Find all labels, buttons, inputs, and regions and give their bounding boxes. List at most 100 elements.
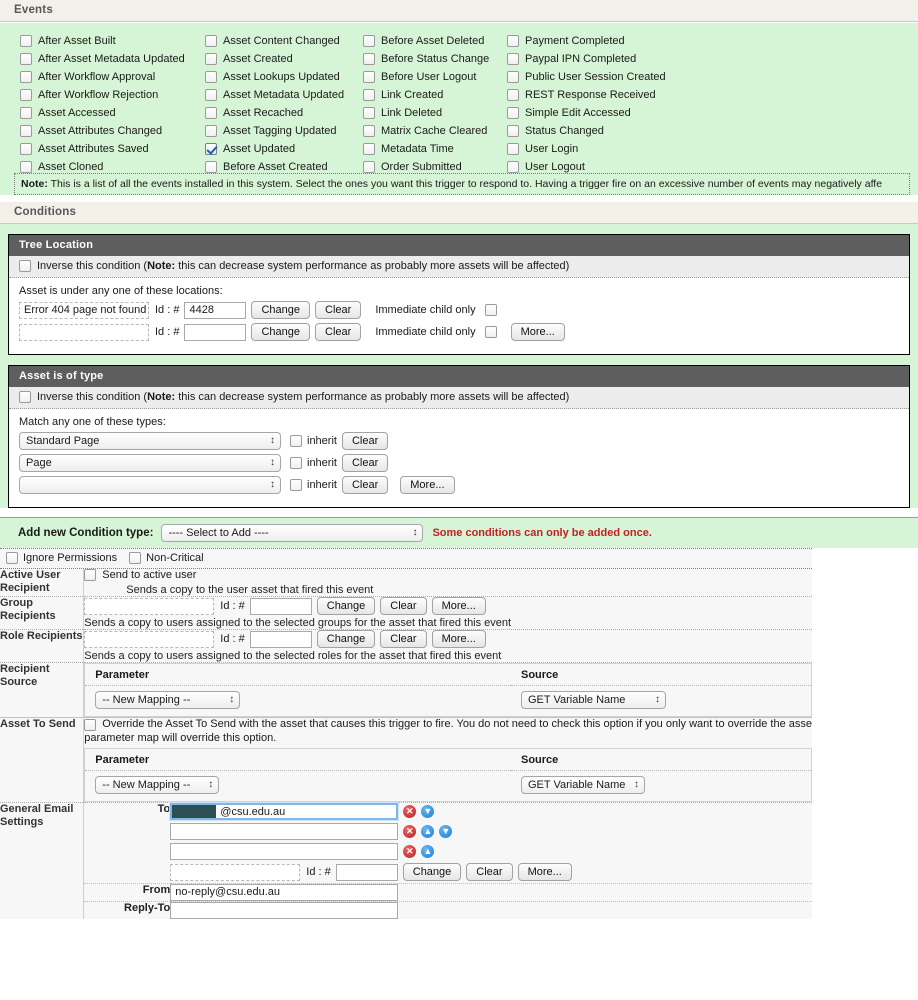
role-recipients-asset-field[interactable] bbox=[84, 630, 215, 648]
asset-type-select[interactable] bbox=[19, 476, 281, 494]
event-checkbox-item[interactable]: Order Submitted bbox=[363, 158, 489, 176]
checkbox-after-asset-metadata-updated[interactable] bbox=[20, 53, 32, 65]
role-recipients-more-button[interactable]: More... bbox=[431, 630, 486, 648]
checkbox-after-asset-built[interactable] bbox=[20, 35, 32, 47]
email-to-more-button[interactable]: More... bbox=[517, 863, 572, 881]
tree-location-asset-field[interactable]: Error 404 page not found bbox=[19, 301, 149, 319]
role-recipients-change-button[interactable]: Change bbox=[316, 630, 376, 648]
email-to-id-input[interactable] bbox=[335, 863, 398, 881]
event-checkbox-item[interactable]: Metadata Time bbox=[363, 140, 489, 158]
asset-type-clear-button[interactable]: Clear bbox=[341, 432, 389, 450]
checkbox-inverse-tree-location[interactable] bbox=[19, 260, 31, 272]
event-checkbox-item[interactable]: Simple Edit Accessed bbox=[507, 104, 666, 122]
email-to-input-1[interactable]: @csu.edu.au bbox=[169, 802, 400, 821]
checkbox-asset-accessed[interactable] bbox=[20, 107, 32, 119]
tree-location-clear-button[interactable]: Clear bbox=[315, 301, 362, 319]
checkbox-asset-lookups-updated[interactable] bbox=[205, 71, 217, 83]
event-checkbox-item[interactable]: After Workflow Approval bbox=[20, 68, 185, 86]
move-down-icon[interactable]: ▼ bbox=[439, 825, 453, 838]
asset-to-send-parameter-select[interactable]: -- New Mapping -- bbox=[95, 776, 220, 794]
checkbox-asset-created[interactable] bbox=[205, 53, 217, 65]
asset-to-send-override-row[interactable]: Override the Asset To Send with the asse… bbox=[84, 718, 812, 731]
event-checkbox-item[interactable]: Asset Cloned bbox=[20, 158, 185, 176]
delete-icon[interactable]: ✕ bbox=[403, 845, 417, 858]
checkbox-before-asset-deleted[interactable] bbox=[363, 35, 375, 47]
checkbox-inherit[interactable] bbox=[290, 479, 302, 491]
checkbox-rest-response-received[interactable] bbox=[507, 89, 519, 101]
delete-icon[interactable]: ✕ bbox=[403, 825, 417, 838]
recipient-source-source-select[interactable]: GET Variable Name bbox=[521, 691, 666, 709]
event-checkbox-item[interactable]: After Asset Built bbox=[20, 32, 185, 50]
event-checkbox-item[interactable]: Matrix Cache Cleared bbox=[363, 122, 489, 140]
send-to-active-user-row[interactable]: Send to active user bbox=[84, 569, 812, 581]
asset-type-clear-button[interactable]: Clear bbox=[341, 454, 389, 472]
move-down-icon[interactable]: ▼ bbox=[421, 805, 435, 818]
checkbox-asset-tagging-updated[interactable] bbox=[205, 125, 217, 137]
checkbox-immediate-child-only[interactable] bbox=[484, 304, 497, 316]
event-checkbox-item[interactable]: Link Deleted bbox=[363, 104, 489, 122]
event-checkbox-item[interactable]: User Login bbox=[507, 140, 666, 158]
email-from-input[interactable]: no-reply@csu.edu.au bbox=[170, 884, 399, 901]
event-checkbox-item[interactable]: User Logout bbox=[507, 158, 666, 176]
move-up-icon[interactable]: ▲ bbox=[421, 845, 435, 858]
group-recipients-change-button[interactable]: Change bbox=[316, 597, 376, 615]
event-checkbox-item[interactable]: Asset Updated bbox=[205, 140, 344, 158]
role-recipients-id-input[interactable] bbox=[249, 630, 312, 648]
recipient-source-parameter-select[interactable]: -- New Mapping -- bbox=[95, 691, 241, 709]
email-to-input-3[interactable] bbox=[170, 843, 399, 860]
group-recipients-asset-field[interactable] bbox=[84, 597, 215, 615]
checkbox-asset-cloned[interactable] bbox=[20, 161, 32, 173]
event-checkbox-item[interactable]: Asset Accessed bbox=[20, 104, 185, 122]
event-checkbox-item[interactable]: Asset Created bbox=[205, 50, 344, 68]
checkbox-simple-edit-accessed[interactable] bbox=[507, 107, 519, 119]
event-checkbox-item[interactable]: Before Asset Created bbox=[205, 158, 344, 176]
add-condition-select[interactable]: ---- Select to Add ---- bbox=[161, 524, 424, 542]
checkbox-public-user-session-created[interactable] bbox=[507, 71, 519, 83]
group-recipients-more-button[interactable]: More... bbox=[431, 597, 486, 615]
role-recipients-clear-button[interactable]: Clear bbox=[380, 630, 427, 648]
asset-type-more-button[interactable]: More... bbox=[400, 476, 455, 494]
tree-location-change-button[interactable]: Change bbox=[251, 301, 311, 319]
event-checkbox-item[interactable]: Before Status Change bbox=[363, 50, 489, 68]
checkbox-link-deleted[interactable] bbox=[363, 107, 375, 119]
checkbox-user-logout[interactable] bbox=[507, 161, 519, 173]
event-checkbox-item[interactable]: Before Asset Deleted bbox=[363, 32, 489, 50]
tree-location-id-input[interactable] bbox=[184, 323, 247, 341]
tree-location-inverse-row[interactable]: Inverse this condition (Note: this can d… bbox=[9, 256, 909, 278]
checkbox-asset-attributes-saved[interactable] bbox=[20, 143, 32, 155]
asset-type-select[interactable]: Standard Page bbox=[19, 432, 281, 450]
checkbox-status-changed[interactable] bbox=[507, 125, 519, 137]
tree-location-change-button[interactable]: Change bbox=[251, 323, 311, 341]
email-to-change-button[interactable]: Change bbox=[402, 863, 462, 881]
asset-type-inverse-row[interactable]: Inverse this condition (Note: this can d… bbox=[9, 387, 909, 409]
event-checkbox-item[interactable]: Asset Content Changed bbox=[205, 32, 344, 50]
event-checkbox-item[interactable]: Paypal IPN Completed bbox=[507, 50, 666, 68]
checkbox-order-submitted[interactable] bbox=[363, 161, 375, 173]
event-checkbox-item[interactable]: Asset Metadata Updated bbox=[205, 86, 344, 104]
tree-location-id-input[interactable]: 4428 bbox=[184, 301, 247, 319]
checkbox-before-status-change[interactable] bbox=[363, 53, 375, 65]
checkbox-payment-completed[interactable] bbox=[507, 35, 519, 47]
asset-type-select[interactable]: Page bbox=[19, 454, 281, 472]
email-to-asset-field[interactable] bbox=[170, 863, 301, 881]
checkbox-after-workflow-approval[interactable] bbox=[20, 71, 32, 83]
event-checkbox-item[interactable]: After Asset Metadata Updated bbox=[20, 50, 185, 68]
checkbox-override-asset-to-send[interactable] bbox=[84, 719, 97, 731]
checkbox-asset-attributes-changed[interactable] bbox=[20, 125, 32, 137]
asset-type-clear-button[interactable]: Clear bbox=[341, 476, 389, 494]
move-up-icon[interactable]: ▲ bbox=[421, 825, 435, 838]
checkbox-matrix-cache-cleared[interactable] bbox=[363, 125, 375, 137]
asset-to-send-source-select[interactable]: GET Variable Name bbox=[521, 776, 645, 794]
event-checkbox-item[interactable]: Asset Lookups Updated bbox=[205, 68, 344, 86]
checkbox-paypal-ipn-completed[interactable] bbox=[507, 53, 519, 65]
event-checkbox-item[interactable]: Public User Session Created bbox=[507, 68, 666, 86]
tree-location-clear-button[interactable]: Clear bbox=[315, 323, 362, 341]
checkbox-non-critical[interactable] bbox=[129, 552, 142, 564]
checkbox-ignore-permissions[interactable] bbox=[6, 552, 18, 564]
checkbox-before-asset-created[interactable] bbox=[205, 161, 217, 173]
checkbox-send-to-active-user[interactable] bbox=[84, 569, 97, 581]
group-recipients-id-input[interactable] bbox=[249, 597, 312, 615]
event-checkbox-item[interactable]: Before User Logout bbox=[363, 68, 489, 86]
delete-icon[interactable]: ✕ bbox=[403, 805, 417, 818]
event-checkbox-item[interactable]: Payment Completed bbox=[507, 32, 666, 50]
